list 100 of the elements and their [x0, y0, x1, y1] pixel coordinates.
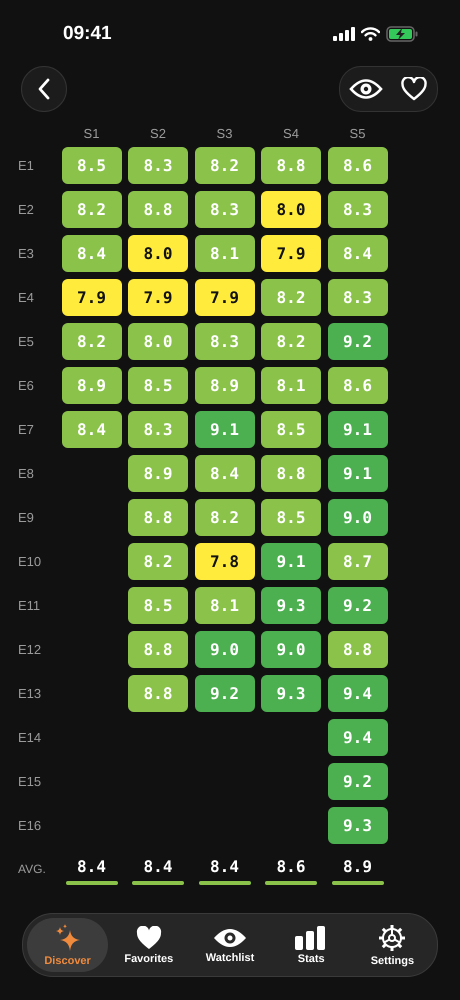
score-cell: 8.2 [194, 147, 254, 184]
score-cell: 8.8 [128, 675, 188, 712]
average-score: 8.4 [210, 857, 239, 876]
score-cell: 8.9 [62, 367, 122, 404]
battery-charging-icon [386, 26, 418, 42]
score-cell: 9.0 [261, 631, 321, 668]
episode-label: E4 [18, 290, 35, 305]
season-header: S1 [82, 126, 100, 141]
score-cell: 8.4 [328, 235, 388, 272]
episode-label: E8 [18, 466, 35, 481]
score-cell: 8.4 [62, 411, 122, 448]
tab-button[interactable]: Discover [27, 918, 108, 972]
tab-button[interactable]: Watchlist [189, 918, 271, 972]
episode-label: E3 [18, 246, 35, 261]
score-cell: 8.6 [328, 147, 388, 184]
episode-label: E5 [18, 334, 35, 349]
score-cell: 9.4 [328, 719, 388, 756]
score-cell: 8.3 [328, 191, 388, 228]
score-cell: 8.3 [128, 147, 188, 184]
score-cell: 8.3 [194, 323, 254, 360]
score-cell: 8.8 [261, 147, 321, 184]
score-cell: 9.2 [328, 763, 388, 800]
score-cell: 8.5 [62, 147, 122, 184]
episode-label: E9 [18, 510, 35, 525]
score-cell: 9.2 [194, 675, 254, 712]
score-cell: 8.9 [194, 367, 254, 404]
episode-label: E14 [18, 730, 42, 745]
score-cell: 8.8 [328, 631, 388, 668]
score-cell: 8.5 [128, 367, 188, 404]
episode-label: E2 [18, 202, 35, 217]
score-cell: 8.3 [194, 191, 254, 228]
wifi-icon [361, 27, 380, 41]
score-cell: 9.3 [261, 587, 321, 624]
score-cell: 9.4 [328, 675, 388, 712]
average-score: 8.4 [144, 857, 172, 876]
season-header: S2 [149, 126, 167, 141]
score-cell: 8.7 [328, 543, 388, 580]
score-cell: 8.1 [194, 235, 254, 272]
score-cell: 9.1 [261, 543, 321, 580]
episode-label: E1 [18, 158, 35, 173]
season-header: S5 [348, 126, 366, 141]
score-cell: 7.9 [261, 235, 321, 272]
score-cell: 7.8 [194, 543, 254, 580]
score-cell: 8.8 [261, 455, 321, 492]
score-cell: 8.1 [194, 587, 254, 624]
score-cell: 8.8 [128, 191, 188, 228]
score-cell: 9.3 [261, 675, 321, 712]
score-cell: 8.8 [128, 631, 188, 668]
score-cell: 8.2 [261, 323, 321, 360]
score-cell: 8.9 [128, 455, 188, 492]
score-cell: 8.3 [128, 411, 188, 448]
tab-button[interactable]: Stats [270, 918, 352, 972]
score-cell: 8.5 [261, 411, 321, 448]
average-label: AVG. [18, 861, 47, 876]
episode-label: E12 [18, 642, 42, 657]
episode-label: E13 [18, 686, 42, 701]
score-cell: 9.1 [328, 411, 388, 448]
back-button[interactable] [21, 66, 67, 112]
score-cell: 8.4 [194, 455, 254, 492]
average-score: 8.9 [343, 857, 372, 876]
episode-label: E15 [18, 774, 42, 789]
score-cell: 9.0 [194, 631, 254, 668]
heart-icon[interactable] [401, 77, 427, 101]
score-cell: 8.2 [62, 323, 122, 360]
season-header: S4 [282, 126, 300, 141]
settings-icon [378, 924, 406, 952]
score-cell: 8.0 [261, 191, 321, 228]
bar-chart-icon [295, 926, 328, 950]
episode-label: E16 [18, 818, 42, 833]
episode-label: E11 [18, 598, 42, 613]
score-cell: 9.2 [328, 587, 388, 624]
score-cell: 8.2 [128, 543, 188, 580]
episode-label: E6 [18, 378, 35, 393]
score-cell: 9.1 [328, 455, 388, 492]
score-cell: 8.5 [261, 499, 321, 536]
score-cell: 9.2 [328, 323, 388, 360]
score-cell: 8.2 [62, 191, 122, 228]
season-header: S3 [216, 126, 234, 141]
score-cell: 9.1 [194, 411, 254, 448]
score-cell: 9.0 [328, 499, 388, 536]
score-cell: 7.9 [62, 279, 122, 316]
episode-label: E7 [18, 422, 35, 437]
score-cell: 8.3 [328, 279, 388, 316]
score-cell: 8.1 [261, 367, 321, 404]
score-cell: 8.4 [62, 235, 122, 272]
eye-icon[interactable] [349, 78, 383, 100]
score-cell: 7.9 [128, 279, 188, 316]
average-score: 8.6 [276, 857, 306, 876]
score-cell: 8.2 [261, 279, 321, 316]
score-cell: 8.5 [128, 587, 188, 624]
score-cell: 8.0 [128, 323, 188, 360]
score-cell: 8.2 [194, 499, 254, 536]
score-cell: 8.0 [128, 235, 188, 272]
tab-button[interactable]: Settings [352, 918, 434, 972]
signal-icon [333, 27, 355, 41]
tab-button[interactable]: Favorites [108, 918, 190, 972]
eye-icon [213, 926, 247, 948]
episode-label: E10 [18, 554, 42, 569]
average-score: 8.4 [77, 857, 106, 876]
score-cell: 7.9 [194, 279, 254, 316]
